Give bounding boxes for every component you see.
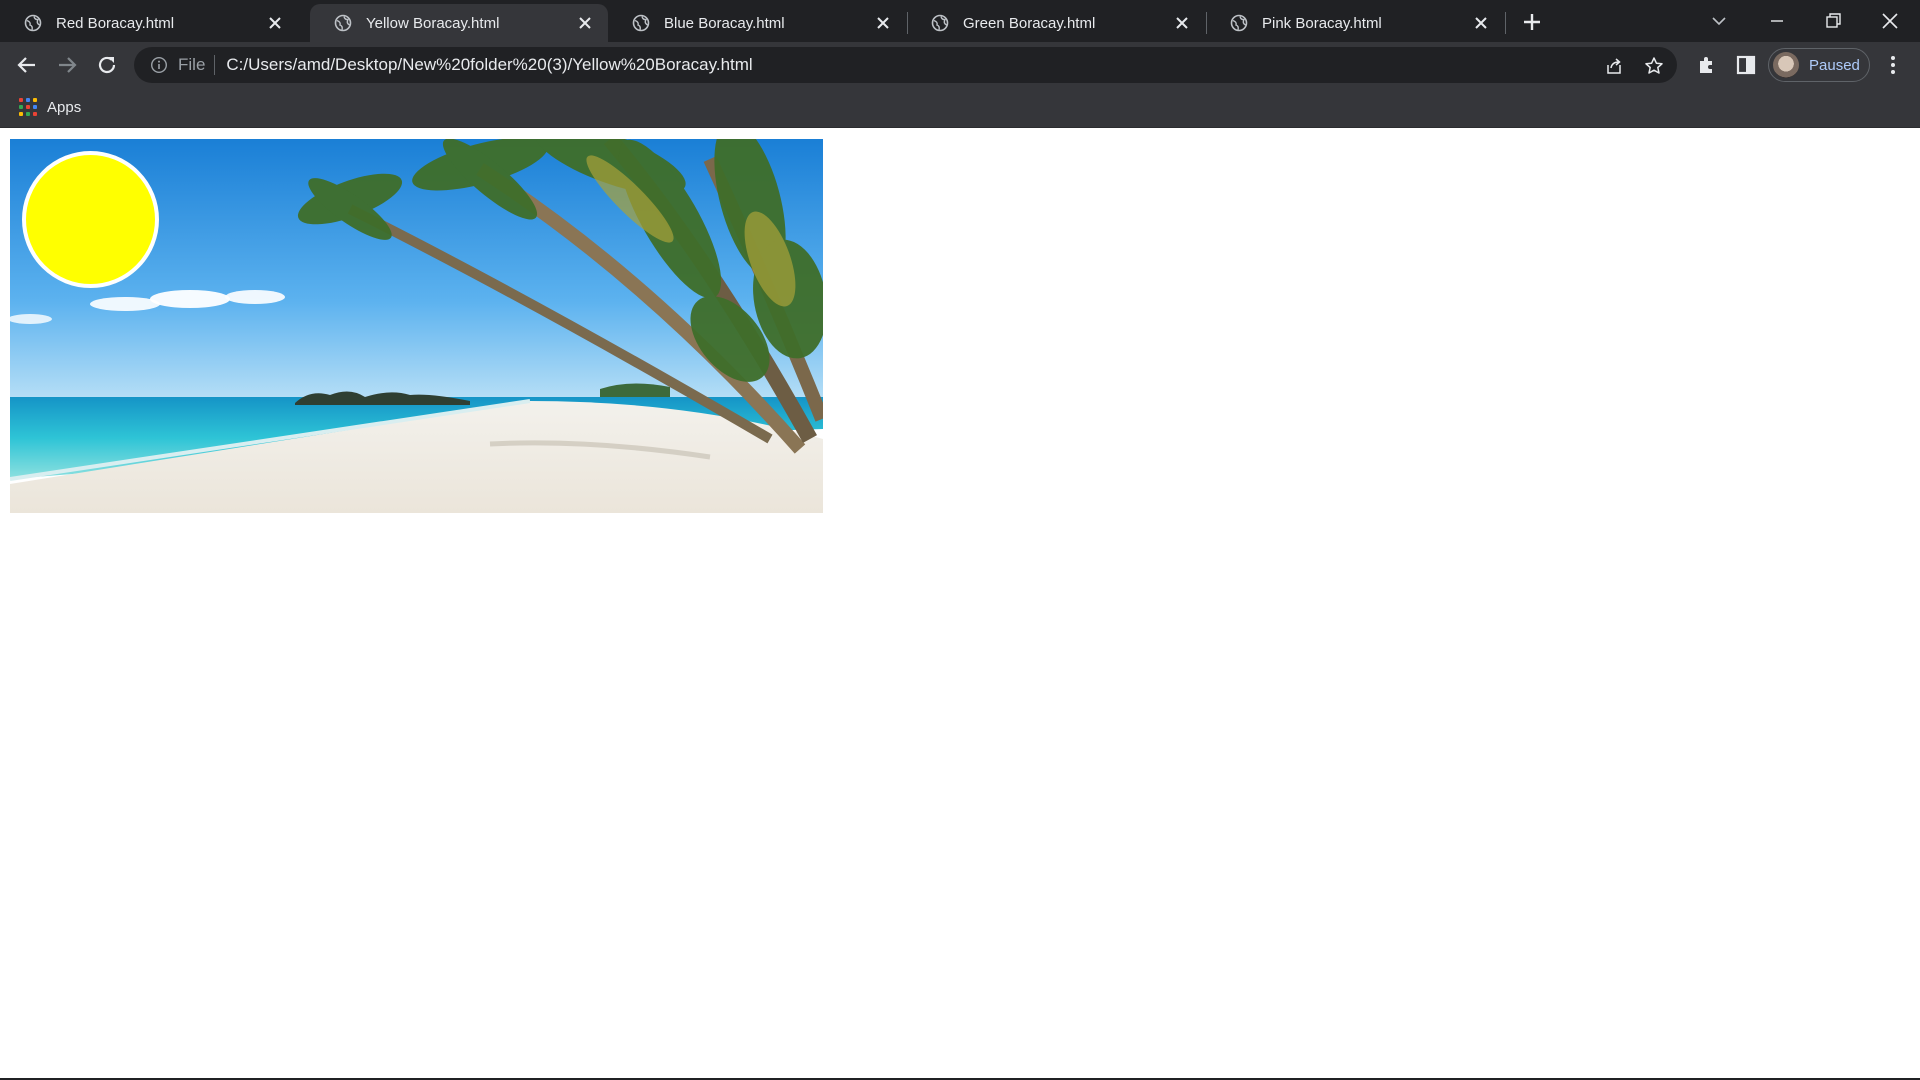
close-icon[interactable] xyxy=(1173,14,1191,32)
address-separator xyxy=(214,55,216,75)
side-panel-icon[interactable] xyxy=(1733,52,1759,78)
close-icon[interactable] xyxy=(874,14,892,32)
share-icon[interactable] xyxy=(1604,56,1624,76)
apps-label: Apps xyxy=(47,98,82,116)
tab-title: Pink Boracay.html xyxy=(1262,14,1382,32)
avatar xyxy=(1773,52,1799,78)
tab-yellow-boracay[interactable]: Yellow Boracay.html xyxy=(310,4,608,42)
tab-blue-boracay[interactable]: Blue Boracay.html xyxy=(608,4,906,42)
tab-strip: Red Boracay.html Yellow Boracay.html Blu… xyxy=(0,0,1920,42)
restore-icon[interactable] xyxy=(1820,8,1846,34)
info-icon[interactable] xyxy=(150,56,168,74)
profile-button[interactable]: Paused xyxy=(1768,48,1870,82)
globe-icon xyxy=(931,14,949,32)
close-icon[interactable] xyxy=(576,14,594,32)
globe-icon xyxy=(632,14,650,32)
scheme-label: File xyxy=(178,55,206,74)
address-bar[interactable]: File C:/Users/amd/Desktop/New%20folder%2… xyxy=(134,47,1677,83)
tab-search-chevron-icon[interactable] xyxy=(1706,8,1732,34)
back-arrow-icon[interactable] xyxy=(14,52,40,78)
apps-shortcut[interactable]: Apps xyxy=(19,98,81,116)
kebab-menu-icon[interactable] xyxy=(1880,52,1906,78)
tab-pink-boracay[interactable]: Pink Boracay.html xyxy=(1206,4,1504,42)
globe-icon xyxy=(24,14,42,32)
tab-title: Blue Boracay.html xyxy=(664,14,785,32)
forward-arrow-icon[interactable] xyxy=(54,52,80,78)
navigation-toolbar: File C:/Users/amd/Desktop/New%20folder%2… xyxy=(0,42,1920,88)
extensions-puzzle-icon[interactable] xyxy=(1694,52,1720,78)
yellow-circle xyxy=(22,151,159,288)
reload-icon[interactable] xyxy=(94,52,120,78)
profile-status: Paused xyxy=(1809,56,1860,74)
tab-green-boracay[interactable]: Green Boracay.html xyxy=(907,4,1205,42)
apps-grid-icon xyxy=(19,98,37,116)
tab-title: Red Boracay.html xyxy=(56,14,175,32)
new-tab-plus-icon[interactable] xyxy=(1520,10,1544,34)
tab-title: Green Boracay.html xyxy=(963,14,1096,32)
minimize-icon[interactable] xyxy=(1764,8,1790,34)
close-icon[interactable] xyxy=(266,14,284,32)
globe-icon xyxy=(1230,14,1248,32)
bookmarks-bar: Apps xyxy=(0,88,1920,128)
tab-red-boracay[interactable]: Red Boracay.html xyxy=(0,4,298,42)
url-text[interactable]: C:/Users/amd/Desktop/New%20folder%20(3)/… xyxy=(226,55,752,75)
close-icon[interactable] xyxy=(1472,14,1490,32)
bookmark-star-icon[interactable] xyxy=(1644,56,1664,76)
beach-image xyxy=(10,139,823,513)
tab-separator xyxy=(1505,12,1506,34)
tab-title: Yellow Boracay.html xyxy=(366,14,500,32)
window-close-icon[interactable] xyxy=(1877,8,1903,34)
globe-icon xyxy=(334,14,352,32)
page-content xyxy=(0,129,1920,1078)
